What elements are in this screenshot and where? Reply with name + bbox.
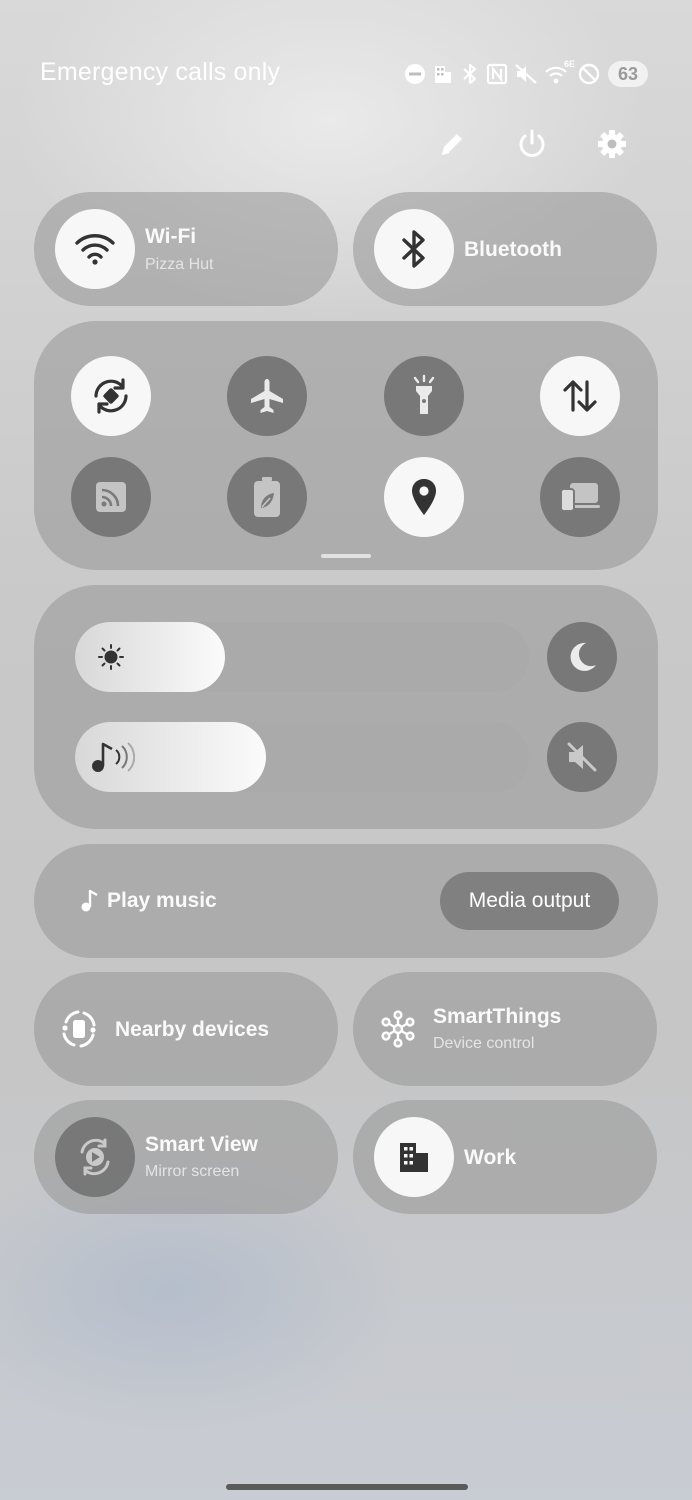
status-icons: 6E 63 — [404, 59, 648, 88]
data-arrows-icon — [563, 380, 597, 412]
moon-icon — [570, 642, 596, 671]
nearby-devices-icon — [58, 1008, 100, 1055]
wifi-tile[interactable]: Wi-Fi Pizza Hut — [34, 192, 338, 306]
edit-icon[interactable] — [432, 124, 472, 164]
smartthings-title: SmartThings — [433, 1005, 562, 1028]
cast-toggle[interactable] — [71, 457, 151, 537]
flashlight-icon — [413, 374, 435, 414]
wifi-title: Wi-Fi — [145, 225, 197, 248]
wifi-6e-icon: 6E — [544, 59, 575, 86]
airplane-mode-toggle[interactable] — [227, 356, 307, 436]
mobile-data-toggle[interactable] — [540, 356, 620, 436]
mute-icon — [567, 742, 597, 772]
battery-leaf-icon — [254, 477, 280, 517]
gesture-navigation-bar[interactable] — [226, 1484, 468, 1490]
smartthings-subtitle: Device control — [433, 1035, 535, 1052]
smart-view-title: Smart View — [145, 1133, 258, 1156]
nfc-icon — [486, 63, 508, 85]
quick-toggles-panel — [34, 321, 658, 570]
music-note-icon — [80, 888, 102, 919]
mute-icon — [515, 64, 537, 84]
work-tile[interactable]: Work — [353, 1100, 657, 1214]
nearby-devices-title: Nearby devices — [115, 1018, 270, 1041]
brightness-slider[interactable] — [75, 622, 529, 692]
work-toggle[interactable] — [374, 1117, 454, 1197]
smart-view-toggle[interactable] — [55, 1117, 135, 1197]
smartthings-icon — [379, 1010, 417, 1053]
smart-view-icon — [80, 1138, 110, 1176]
link-to-windows-toggle[interactable] — [540, 457, 620, 537]
airplane-icon — [251, 379, 283, 413]
smart-view-subtitle: Mirror screen — [145, 1163, 240, 1180]
expand-handle[interactable] — [321, 554, 371, 558]
bluetooth-icon — [402, 230, 425, 268]
wifi-badge: 6E — [563, 59, 575, 69]
auto-rotate-toggle[interactable] — [71, 356, 151, 436]
play-music-button[interactable]: Play music — [107, 889, 217, 913]
sun-icon — [97, 622, 125, 692]
work-title: Work — [464, 1146, 517, 1169]
carrier-status: Emergency calls only — [40, 58, 281, 86]
music-note-icon — [89, 722, 135, 792]
wifi-icon[interactable] — [55, 209, 135, 289]
cast-icon — [96, 482, 126, 512]
work-building-icon — [400, 1143, 428, 1172]
sound-mode-toggle[interactable] — [547, 722, 617, 792]
do-not-disturb-icon — [405, 64, 425, 84]
sliders-panel — [34, 585, 658, 829]
location-pin-icon — [412, 479, 436, 515]
devices-icon — [560, 483, 600, 512]
blocked-icon — [578, 63, 600, 85]
bluetooth-title: Bluetooth — [464, 238, 562, 261]
power-icon[interactable] — [512, 124, 552, 164]
media-output-button[interactable]: Media output — [440, 872, 619, 930]
smartthings-tile[interactable]: SmartThings Device control — [353, 972, 657, 1086]
bluetooth-toggle[interactable] — [374, 209, 454, 289]
settings-icon[interactable] — [592, 124, 632, 164]
power-saving-toggle[interactable] — [227, 457, 307, 537]
media-panel: Play music Media output — [34, 844, 658, 958]
volume-slider[interactable] — [75, 722, 529, 792]
dark-mode-toggle[interactable] — [547, 622, 617, 692]
wifi-network-name: Pizza Hut — [145, 256, 214, 273]
bluetooth-icon — [463, 63, 477, 85]
nearby-devices-tile[interactable]: Nearby devices — [34, 972, 338, 1086]
location-toggle[interactable] — [384, 457, 464, 537]
bluetooth-tile[interactable]: Bluetooth — [353, 192, 657, 306]
flashlight-toggle[interactable] — [384, 356, 464, 436]
auto-rotate-icon — [94, 378, 128, 414]
work-profile-icon — [435, 66, 451, 83]
battery-icon: 63 — [608, 61, 648, 87]
smart-view-tile[interactable]: Smart View Mirror screen — [34, 1100, 338, 1214]
